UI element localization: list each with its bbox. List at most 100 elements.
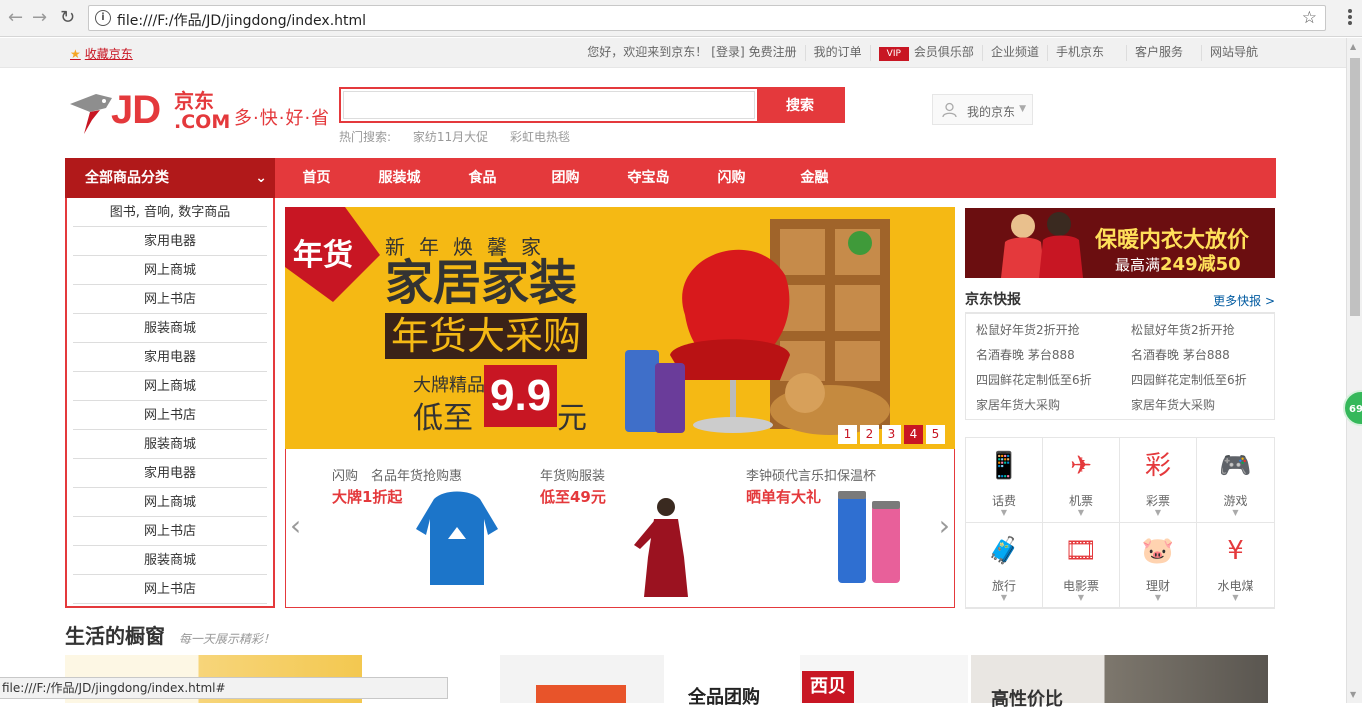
carousel-dot[interactable]: 5 [926,425,945,444]
service-flights[interactable]: ✈ 机票 ▼ [1043,438,1120,523]
vip-club-link[interactable]: VIP 会员俱乐部 [871,45,983,61]
nav-item-clothing[interactable]: 服装城 [358,158,441,198]
showcase-tile[interactable]: 西贝 [800,655,968,703]
login-link[interactable]: [登录] [707,45,748,59]
thermos-cups-image [838,491,900,583]
category-item[interactable]: 服装商城 [73,430,267,459]
carousel-dot[interactable]: 2 [860,425,879,444]
back-icon[interactable]: ← [8,8,23,28]
nav-item-treasure[interactable]: 夺宝岛 [607,158,690,198]
carousel-dot[interactable]: 3 [882,425,901,444]
all-categories-button[interactable]: 全部商品分类 ⌄ [65,158,275,198]
main-banner[interactable]: 年货 新年焕馨家 家居家装 年货大采购 大牌精品 低至 9.9 元 1 2 3 … [285,207,955,449]
carousel-dot[interactable]: 1 [838,425,857,444]
register-link[interactable]: 免费注册 [749,45,797,59]
search-input[interactable] [343,91,755,119]
jd-logo[interactable]: JD 京东 .COM 多·快·好·省 [66,88,336,138]
service-lottery[interactable]: 彩彩票 ▼ [1120,438,1197,523]
browser-menu-icon[interactable] [1348,9,1352,27]
welcome-group: 您好，欢迎来到京东！ [登录] 免费注册 [579,45,806,61]
news-item[interactable]: 松鼠好年货2折开抢 [1121,318,1276,343]
news-item[interactable]: 松鼠好年货2折开抢 [966,318,1121,343]
category-item[interactable]: 服装商城 [73,314,267,343]
customer-service-link[interactable]: 客户服务 [1127,45,1202,61]
showcase-tile[interactable] [500,655,664,703]
showcase-tile[interactable]: 全品团购 [664,655,800,708]
user-icon [942,102,957,118]
nav-item-groupbuy[interactable]: 团购 [524,158,607,198]
category-item[interactable]: 网上书店 [73,401,267,430]
vip-badge: VIP [878,47,909,61]
chevron-down-icon: ▼ [1154,508,1162,517]
search-button[interactable]: 搜索 [757,89,843,121]
carousel-dot-active[interactable]: 4 [904,425,923,444]
thermal-underwear-ad[interactable]: 保暖内衣大放价 最高满249减50 [965,208,1275,278]
reload-icon[interactable]: ↻ [60,8,75,28]
gamepad-icon: 🎮 [1219,451,1252,481]
service-movie-tickets[interactable]: 🎞 电影票 ▼ [1043,523,1120,608]
forward-icon[interactable]: → [32,8,47,28]
news-item[interactable]: 家居年货大采购 [1121,393,1276,418]
page-scrollbar[interactable]: ▲ ▼ [1346,38,1362,703]
sitemap-link[interactable]: 网站导航 [1202,45,1266,61]
carousel-dots: 1 2 3 4 5 [835,425,945,444]
news-item[interactable]: 名酒春晚 茅台888 [966,343,1121,368]
news-item[interactable]: 名酒春晚 茅台888 [1121,343,1276,368]
hot-search-link[interactable]: 家纺11月大促 [413,130,488,144]
service-finance[interactable]: 🐷 理财 ▼ [1120,523,1197,608]
promo-highlight: 低至49元 [540,488,606,506]
category-item[interactable]: 网上商城 [73,256,267,285]
all-categories-label: 全部商品分类 [85,170,169,186]
section-title: 生活的橱窗 [65,624,165,648]
nav-item-flash[interactable]: 闪购 [690,158,773,198]
nav-item-finance[interactable]: 金融 [773,158,856,198]
service-utilities[interactable]: ¥ 水电煤 ▼ [1197,523,1274,608]
bookmark-star-icon[interactable]: ☆ [1302,8,1317,28]
service-travel[interactable]: 🧳 旅行 ▼ [966,523,1043,608]
nav-item-home[interactable]: 首页 [275,158,358,198]
service-label: 旅行 [991,579,1016,593]
scrollbar-thumb[interactable] [1350,58,1360,316]
more-news-link[interactable]: 更多快报 > [1213,292,1275,309]
greeting-text: 您好，欢迎来到京东！ [587,45,708,59]
my-jd-dropdown[interactable]: 我的京东 ▼ [932,94,1033,125]
chevron-right-icon[interactable]: › [939,509,950,542]
promo-card[interactable]: 年货购服装 低至49元 [540,465,606,507]
category-item[interactable]: 网上书店 [73,285,267,314]
star-icon: ★ [70,47,81,61]
category-item[interactable]: 网上商城 [73,372,267,401]
news-item[interactable]: 家居年货大采购 [966,393,1121,418]
category-item[interactable]: 家用电器 [73,459,267,488]
category-item[interactable]: 家用电器 [73,343,267,372]
chevron-down-icon: ▼ [1000,508,1008,517]
info-icon[interactable]: i [95,10,111,26]
couple-models-image [1001,212,1083,278]
category-item[interactable]: 网上书店 [73,575,267,604]
nav-item-food[interactable]: 食品 [441,158,524,198]
address-bar[interactable]: i file:///F:/作品/JD/jingdong/index.html ☆ [88,5,1326,31]
category-item[interactable]: 家用电器 [73,227,267,256]
scroll-down-icon[interactable]: ▼ [1350,690,1356,699]
favorite-link[interactable]: ★ 收藏京东 [70,45,133,62]
chevron-down-icon: ▼ [1154,593,1162,602]
promo-title: 年货购服装 [540,469,606,484]
category-item[interactable]: 网上书店 [73,517,267,546]
mobile-jd-link[interactable]: 手机京东 [1048,45,1127,61]
showcase-tile[interactable]: 高性价比 [971,655,1268,710]
tile-caption: 全品团购 [688,687,760,708]
scroll-up-icon[interactable]: ▲ [1350,42,1356,51]
chevron-down-icon: ▼ [1000,593,1008,602]
news-item[interactable]: 四园鲜花定制低至6折 [966,368,1121,393]
my-orders-link[interactable]: 我的订单 [806,45,871,61]
chevron-down-icon: ▼ [1077,593,1085,602]
hot-search-link[interactable]: 彩虹电热毯 [510,130,570,144]
service-games[interactable]: 🎮 游戏 ▼ [1197,438,1274,523]
category-item[interactable]: 图书, 音响, 数字商品 [73,198,267,227]
news-item[interactable]: 四园鲜花定制低至6折 [1121,368,1276,393]
category-item[interactable]: 服装商城 [73,546,267,575]
service-phone-bill[interactable]: 📱 话费 ▼ [966,438,1043,523]
category-item[interactable]: 网上商城 [73,488,267,517]
chevron-left-icon[interactable]: ‹ [290,509,301,542]
ad-prefix: 最高满 [1115,256,1161,274]
enterprise-link[interactable]: 企业频道 [983,45,1048,61]
